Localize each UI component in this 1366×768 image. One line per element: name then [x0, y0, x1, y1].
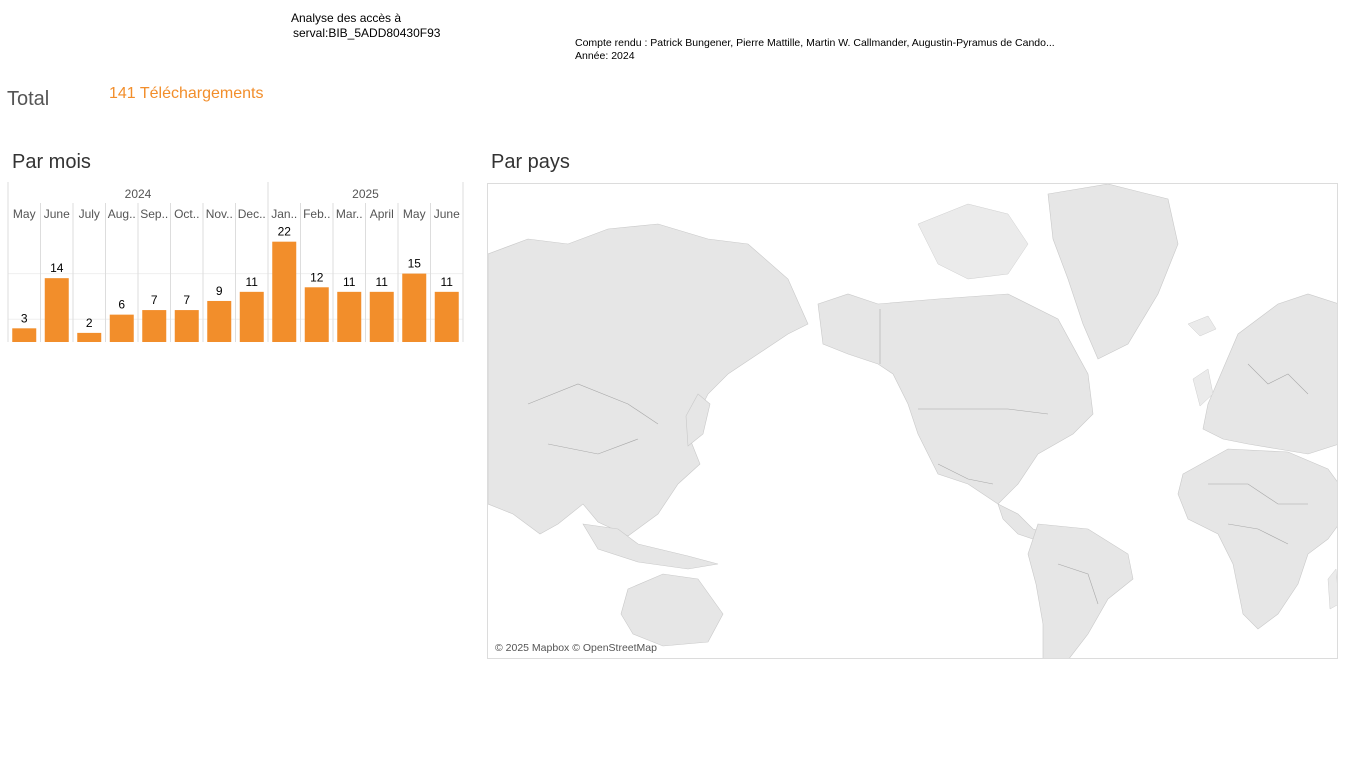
map-south-america	[1027, 523, 1134, 658]
month-label: Aug..	[108, 207, 136, 221]
bar	[207, 300, 232, 342]
map-australia	[620, 573, 724, 647]
month-label: Feb..	[303, 207, 330, 221]
map-madagascar	[1327, 568, 1337, 610]
bar	[434, 291, 459, 342]
month-label: May	[13, 207, 36, 221]
map-europe	[1202, 293, 1337, 455]
bar	[337, 291, 362, 342]
bar-value-label: 11	[343, 275, 356, 289]
map-greenland	[1047, 184, 1179, 360]
month-label: Nov..	[206, 207, 233, 221]
month-label: June	[44, 207, 70, 221]
year-header: 2024	[125, 187, 152, 201]
bar	[77, 332, 102, 342]
bar	[109, 314, 134, 342]
bar-value-label: 14	[50, 261, 64, 275]
bar-value-label: 7	[151, 293, 158, 307]
month-label: June	[434, 207, 460, 221]
year-header: 2025	[352, 187, 379, 201]
bar	[44, 278, 69, 342]
world-map[interactable]: © 2025 Mapbox © OpenStreetMap	[487, 183, 1338, 659]
month-label: Mar..	[336, 207, 363, 221]
bar-value-label: 7	[183, 293, 190, 307]
bar-value-label: 11	[376, 275, 389, 289]
map-indonesia	[582, 523, 719, 570]
bar	[142, 310, 167, 342]
bar-value-label: 6	[118, 298, 125, 312]
bar	[272, 241, 297, 342]
bar	[12, 328, 37, 342]
map-arctic-islands	[917, 203, 1029, 280]
bar	[174, 310, 199, 342]
bar	[402, 273, 427, 342]
report-year: Année: 2024	[575, 50, 635, 62]
bar-value-label: 9	[216, 284, 223, 298]
bar-value-label: 22	[278, 225, 292, 239]
map-canvas	[488, 184, 1337, 658]
bar-value-label: 2	[86, 316, 93, 330]
total-downloads: 141 Téléchargements	[109, 85, 264, 102]
monthly-bar-chart[interactable]: 2024 2025 May 3 June 14 July 2 Aug.. 6 Sep.. 7 Oct..…	[0, 178, 470, 348]
bar	[239, 291, 264, 342]
bar-value-label: 11	[441, 275, 454, 289]
month-label: July	[79, 207, 100, 221]
months-section-title: Par mois	[12, 151, 91, 173]
bar-value-label: 12	[310, 270, 324, 284]
country-section-title: Par pays	[491, 151, 570, 173]
month-label: Oct..	[174, 207, 199, 221]
map-attribution: © 2025 Mapbox © OpenStreetMap	[495, 642, 657, 654]
report-title: Analyse des accès à serval:BIB_5ADD80430…	[291, 11, 440, 41]
bar-value-label: 11	[246, 275, 259, 289]
month-label: May	[403, 207, 426, 221]
report-info: Compte rendu : Patrick Bungener, Pierre …	[575, 37, 1055, 63]
bar	[369, 291, 394, 342]
map-africa	[1177, 448, 1337, 630]
bar	[304, 287, 329, 342]
month-label: Dec..	[238, 207, 266, 221]
total-label: Total	[7, 88, 50, 110]
map-asia	[488, 223, 809, 537]
report-authors: Compte rendu : Patrick Bungener, Pierre …	[575, 37, 1055, 49]
title-line-2: serval:BIB_5ADD80430F93	[293, 26, 441, 40]
month-label: Sep..	[140, 207, 168, 221]
month-label: Jan..	[271, 207, 297, 221]
map-iceland	[1187, 315, 1217, 337]
bar-value-label: 15	[408, 257, 422, 271]
title-line-1: Analyse des accès à	[291, 11, 402, 25]
month-label: April	[370, 207, 394, 221]
bar-value-label: 3	[21, 311, 28, 325]
